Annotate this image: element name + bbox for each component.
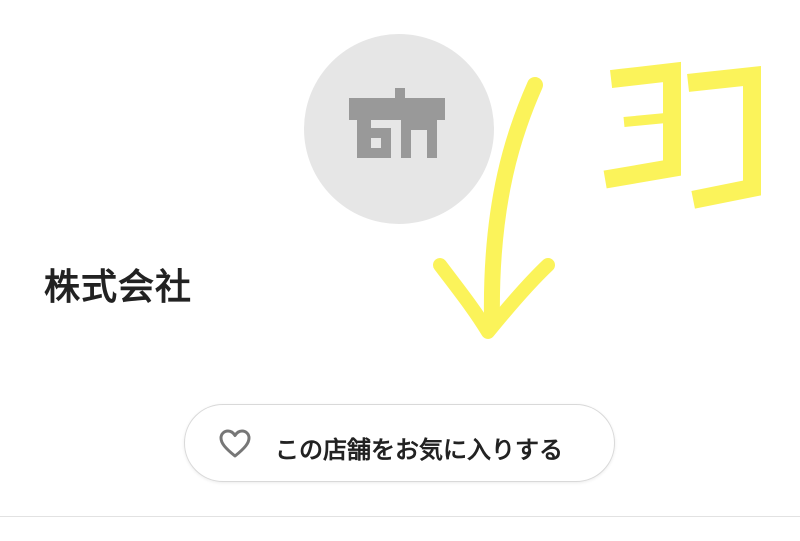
shop-name: 株式会社 xyxy=(44,267,193,308)
annotation-label: ココ xyxy=(602,60,772,210)
annotation-koko-glyphs xyxy=(603,61,761,209)
hand-drawn-down-arrow-icon xyxy=(433,77,555,339)
section-divider xyxy=(0,516,800,517)
favorite-shop-button[interactable]: この店舗をお気に入りする xyxy=(184,404,615,482)
shop-profile-page: 株式会社 この店舗をお気に入りする ココ xyxy=(0,0,800,541)
annotation-text-value: ココ xyxy=(772,60,773,61)
heart-outline-icon xyxy=(219,429,251,458)
favorite-button-label: この店舗をお気に入りする xyxy=(275,436,563,464)
